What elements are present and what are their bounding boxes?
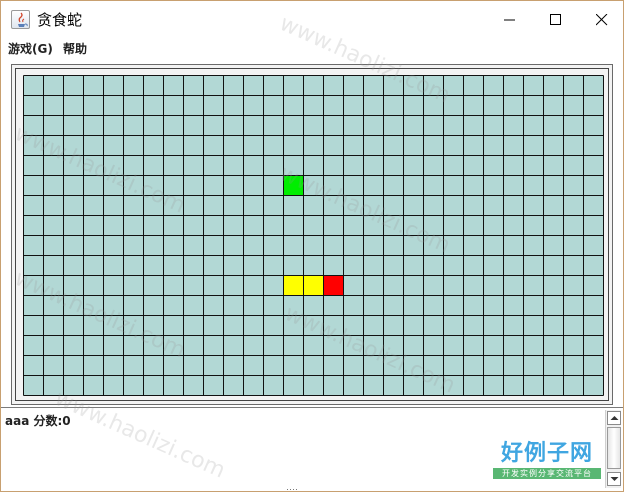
food-cell	[283, 175, 304, 196]
menu-game[interactable]: 游戏(G)	[8, 41, 53, 58]
scroll-up-arrow-icon	[610, 416, 619, 420]
menu-bar: 游戏(G) 帮助	[1, 39, 623, 60]
game-grid[interactable]	[23, 75, 604, 396]
close-button[interactable]	[579, 1, 624, 39]
snake-body-cell	[283, 275, 304, 296]
maximize-icon	[550, 14, 561, 25]
vertical-scrollbar[interactable]	[605, 410, 621, 488]
java-app-icon	[11, 10, 30, 29]
minimize-icon	[504, 19, 515, 21]
menu-help[interactable]: 帮助	[63, 41, 87, 58]
game-board-panel	[11, 64, 613, 405]
game-board-frame	[15, 68, 609, 401]
minimize-button[interactable]	[487, 1, 533, 39]
horizontal-scroll-grip-icon	[287, 489, 297, 490]
scroll-down-arrow-icon	[610, 477, 619, 481]
close-icon	[596, 14, 608, 26]
snake-head-cell	[323, 275, 344, 296]
snake-body-cell	[303, 275, 324, 296]
title-bar[interactable]: 贪食蛇	[1, 1, 623, 39]
maximize-button[interactable]	[533, 1, 579, 39]
app-window: 贪食蛇 游戏(G) 帮助 aaa 分数:0 www.haolizi.com ww…	[0, 0, 624, 492]
output-console[interactable]: aaa 分数:0	[1, 407, 623, 491]
scroll-down-button[interactable]	[607, 472, 621, 486]
scroll-up-button[interactable]	[607, 411, 621, 425]
scroll-thumb[interactable]	[607, 427, 621, 469]
window-title: 贪食蛇	[37, 11, 83, 29]
score-text: aaa 分数:0	[5, 414, 71, 428]
